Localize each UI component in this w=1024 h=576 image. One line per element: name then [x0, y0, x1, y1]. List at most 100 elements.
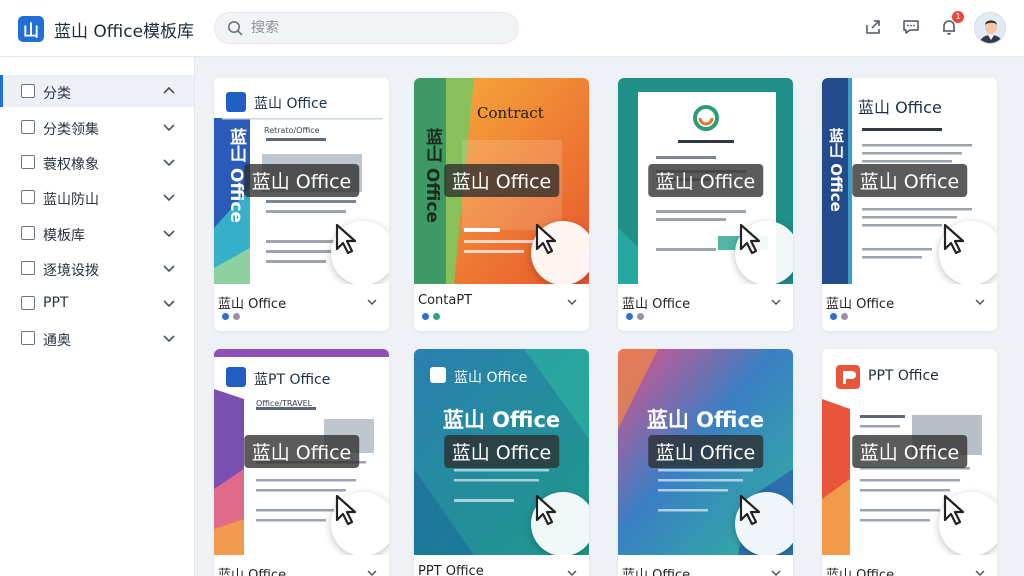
cursor-pointer-icon	[531, 221, 589, 284]
app-title: 蓝山 Office模板库	[54, 22, 195, 42]
sidebar-checkbox[interactable]	[21, 84, 35, 98]
template-preview-label: 蓝山 Office	[243, 435, 360, 468]
template-preview-label: 蓝山 Office	[647, 164, 764, 197]
sidebar-checkbox[interactable]	[21, 120, 35, 134]
thumbnail-vertical-title: 蓝山 Office	[827, 128, 845, 212]
thumbnail-hero-text: 蓝山 Office	[646, 408, 765, 432]
sidebar-item-category[interactable]: 分类	[0, 75, 194, 107]
template-card[interactable]: 蓝PT Office Office/TRAVEL 蓝山 Office 蓝山 Of…	[214, 349, 389, 576]
template-card[interactable]: 蓝山 Office Retrato/Office 蓝山 Office 蓝山 Of…	[214, 78, 389, 331]
template-preview-label: 蓝山 Office	[851, 164, 968, 197]
chevron-up-icon[interactable]	[162, 85, 176, 97]
user-avatar[interactable]	[974, 12, 1006, 44]
cursor-pointer-icon	[939, 492, 997, 555]
chevron-down-icon[interactable]	[162, 191, 176, 203]
color-dot[interactable]	[830, 313, 837, 320]
sidebar-checkbox[interactable]	[21, 226, 35, 240]
template-card[interactable]: 蓝山 Office 蓝山 Office 蓝山 Office	[618, 349, 793, 576]
template-name: 蓝山 Office	[622, 568, 691, 576]
color-swatches	[830, 313, 848, 320]
chevron-down-icon[interactable]	[162, 156, 176, 168]
color-dot[interactable]	[222, 313, 229, 320]
sidebar-item-label: 逐境设拨	[43, 263, 99, 279]
chevron-down-icon[interactable]	[974, 568, 986, 576]
template-preview-label: 蓝山 Office	[443, 164, 560, 197]
app-logo[interactable]: 山	[18, 16, 44, 42]
template-thumbnail[interactable]: 蓝山 Office 蓝山 Office	[618, 349, 793, 555]
chevron-down-icon[interactable]	[366, 297, 378, 307]
template-thumbnail[interactable]: 蓝山 Office	[618, 78, 793, 284]
thumbnail-title: 蓝山 Office	[454, 370, 528, 386]
sidebar-item-templates[interactable]: 模板库	[0, 217, 194, 249]
chevron-down-icon[interactable]	[770, 568, 782, 576]
thumbnail-hero-text: 蓝山 Office	[442, 408, 561, 432]
color-dot[interactable]	[433, 313, 440, 320]
search-input[interactable]	[251, 20, 491, 36]
sidebar-item-8[interactable]: 通奥	[0, 322, 194, 354]
search-box[interactable]	[214, 12, 519, 44]
thumbnail-title: 蓝山 Office	[254, 96, 328, 112]
message-icon[interactable]	[900, 16, 922, 38]
sidebar-item-label: 蓝山防山	[43, 192, 99, 208]
sidebar-checkbox[interactable]	[21, 190, 35, 204]
app-logo-glyph: 山	[22, 21, 39, 40]
sidebar-checkbox[interactable]	[21, 331, 35, 345]
color-dot[interactable]	[422, 313, 429, 320]
chevron-down-icon[interactable]	[162, 121, 176, 133]
chevron-down-icon[interactable]	[162, 227, 176, 239]
thumbnail-title: 蓝PT Office	[254, 372, 331, 388]
chevron-down-icon[interactable]	[974, 297, 986, 307]
template-name: ContaPT	[418, 293, 473, 308]
template-card[interactable]: 蓝山 Office 蓝山 Office	[618, 78, 793, 331]
color-dot[interactable]	[626, 313, 633, 320]
search-icon	[228, 21, 243, 36]
thumbnail-subtitle: Office/TRAVEL	[256, 399, 313, 408]
template-thumbnail[interactable]: 蓝山 Office Retrato/Office 蓝山 Office 蓝山 Of…	[214, 78, 389, 284]
sidebar-checkbox[interactable]	[21, 155, 35, 169]
thumbnail-vertical-title: 蓝山 Office	[422, 128, 442, 223]
color-dot[interactable]	[637, 313, 644, 320]
bell-icon[interactable]: 1	[938, 11, 964, 38]
cursor-pointer-icon	[735, 492, 793, 555]
chevron-down-icon[interactable]	[566, 568, 578, 576]
sidebar-item-4[interactable]: 蓝山防山	[0, 181, 194, 213]
top-bar: 山 蓝山 Office模板库 1	[0, 0, 1024, 57]
template-name: 蓝山 Office	[218, 297, 287, 312]
template-thumbnail[interactable]: 蓝PT Office Office/TRAVEL 蓝山 Office	[214, 349, 389, 555]
template-card[interactable]: Contract 蓝山 Office 蓝山 Office ContaPT	[414, 78, 589, 331]
template-thumbnail[interactable]: 蓝山 Office 蓝山 Office 蓝山 Office	[822, 78, 997, 284]
color-swatches	[422, 313, 440, 320]
color-swatches	[222, 313, 240, 320]
template-preview-label: 蓝山 Office	[443, 435, 560, 468]
share-icon[interactable]	[862, 16, 884, 38]
template-preview-label: 蓝山 Office	[851, 435, 968, 468]
sidebar-item-label: 蓑权橡象	[43, 157, 99, 173]
chevron-down-icon[interactable]	[566, 297, 578, 307]
template-thumbnail[interactable]: PPT Office 蓝山 Office	[822, 349, 997, 555]
chevron-down-icon[interactable]	[366, 568, 378, 576]
sidebar-item-label: 分类	[43, 86, 71, 102]
color-dot[interactable]	[233, 313, 240, 320]
sidebar-checkbox[interactable]	[21, 296, 35, 310]
notification-badge: 1	[952, 11, 964, 23]
template-card[interactable]: 蓝山 Office 蓝山 Office 蓝山 Office PPT Office	[414, 349, 589, 576]
template-name: 蓝山 Office	[826, 297, 895, 312]
template-thumbnail[interactable]: Contract 蓝山 Office 蓝山 Office	[414, 78, 589, 284]
chevron-down-icon[interactable]	[162, 297, 176, 309]
sidebar-item-ppt[interactable]: PPT	[0, 287, 194, 319]
color-dot[interactable]	[841, 313, 848, 320]
template-name: 蓝山 Office	[826, 568, 895, 576]
sidebar-item-3[interactable]: 蓑权橡象	[0, 146, 194, 178]
template-preview-label: 蓝山 Office	[243, 164, 360, 197]
chevron-down-icon[interactable]	[162, 262, 176, 274]
cursor-pointer-icon	[735, 221, 793, 284]
template-card[interactable]: 蓝山 Office 蓝山 Office 蓝山 Office 蓝山 Office	[822, 78, 997, 331]
template-thumbnail[interactable]: 蓝山 Office 蓝山 Office 蓝山 Office	[414, 349, 589, 555]
template-card[interactable]: PPT Office 蓝山 Office 蓝山 Office	[822, 349, 997, 576]
chevron-down-icon[interactable]	[770, 297, 782, 307]
sidebar-item-6[interactable]: 逐境设拨	[0, 252, 194, 284]
sidebar-item-label: 模板库	[43, 228, 85, 244]
sidebar-checkbox[interactable]	[21, 261, 35, 275]
sidebar-item-2[interactable]: 分类领集	[0, 111, 194, 143]
chevron-down-icon[interactable]	[162, 332, 176, 344]
